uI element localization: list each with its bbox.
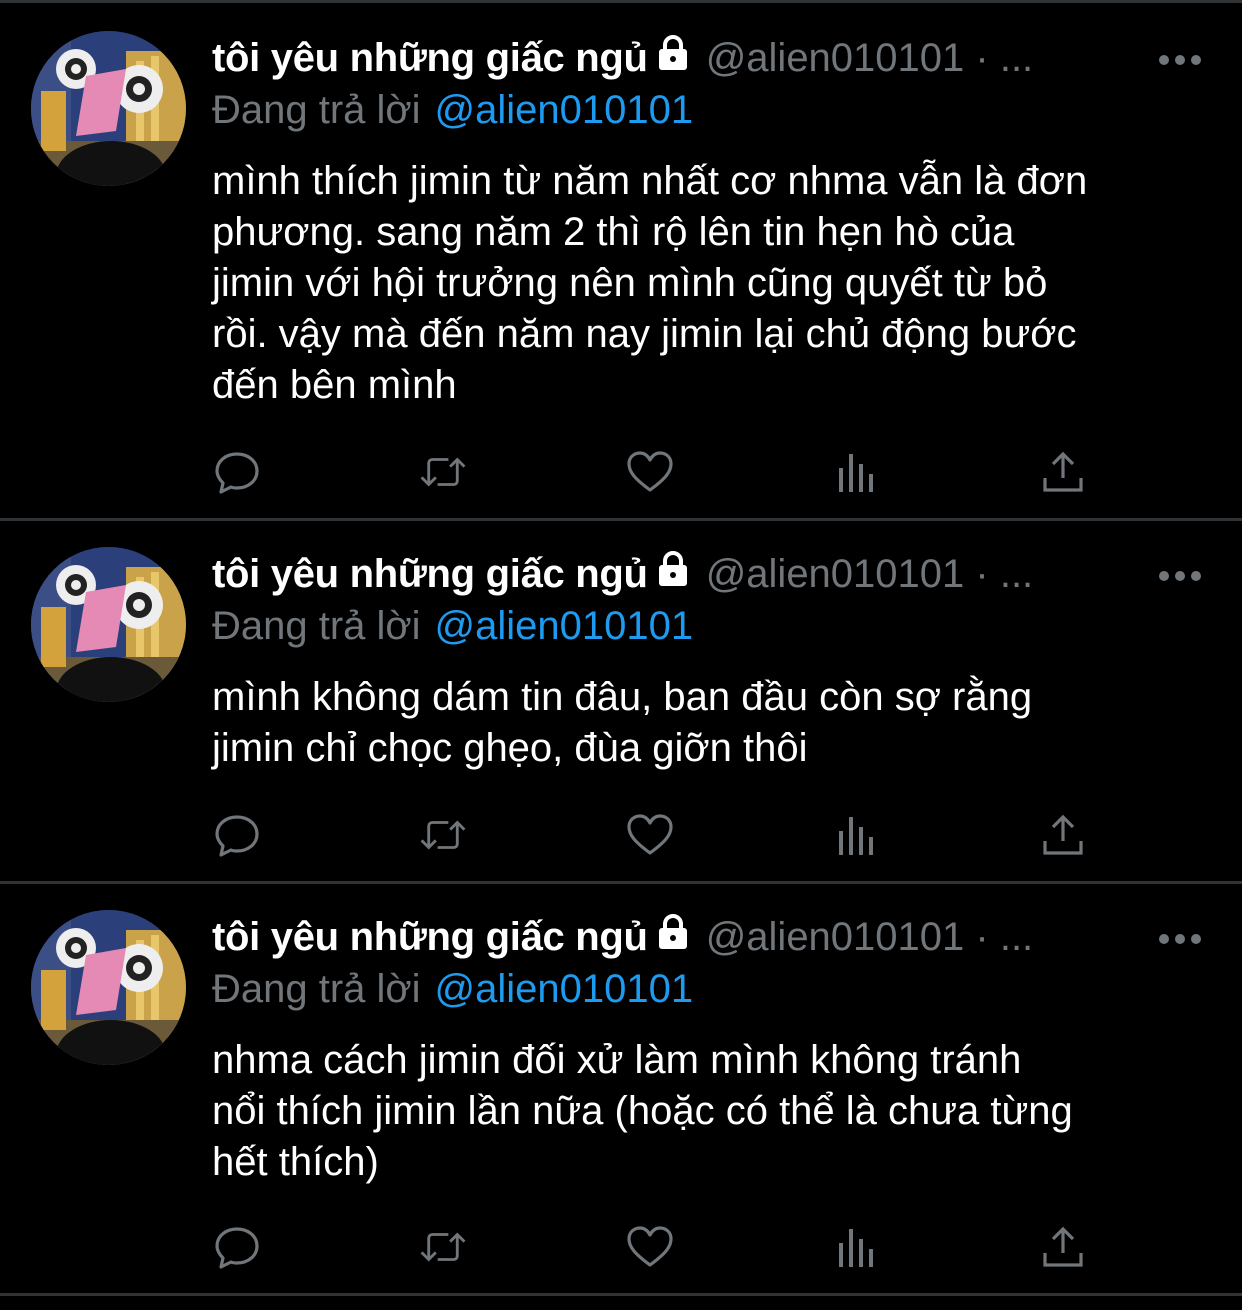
reply-target-link[interactable]: @alien010101 bbox=[435, 967, 694, 1011]
retweet-icon[interactable] bbox=[418, 1222, 468, 1272]
lock-icon bbox=[654, 550, 692, 593]
avatar[interactable] bbox=[31, 910, 186, 1065]
like-icon[interactable] bbox=[625, 447, 675, 497]
retweet-icon[interactable] bbox=[418, 447, 468, 497]
avatar[interactable] bbox=[31, 547, 186, 702]
reply-context: Đang trả lời @alien010101 bbox=[212, 88, 693, 138]
tweet-actions bbox=[212, 810, 1092, 860]
share-icon[interactable] bbox=[1038, 810, 1088, 860]
top-divider bbox=[0, 0, 1242, 3]
handle[interactable]: @alien010101 · ... bbox=[706, 915, 1033, 959]
tweet-header: tôi yêu những giấc ngủ @alien010101 · ..… bbox=[212, 550, 1212, 602]
display-name[interactable]: tôi yêu những giấc ngủ bbox=[212, 36, 648, 80]
analytics-icon[interactable] bbox=[832, 1222, 882, 1272]
share-icon[interactable] bbox=[1038, 1222, 1088, 1272]
reply-icon[interactable] bbox=[212, 447, 262, 497]
avatar[interactable] bbox=[31, 31, 186, 186]
reply-context: Đang trả lời @alien010101 bbox=[212, 604, 693, 654]
tweet-actions bbox=[212, 447, 1092, 497]
like-icon[interactable] bbox=[625, 1222, 675, 1272]
analytics-icon[interactable] bbox=[832, 447, 882, 497]
more-icon[interactable] bbox=[1158, 50, 1202, 70]
analytics-icon[interactable] bbox=[832, 810, 882, 860]
reply-icon[interactable] bbox=[212, 1222, 262, 1272]
reply-target-link[interactable]: @alien010101 bbox=[435, 88, 694, 132]
reply-context: Đang trả lời @alien010101 bbox=[212, 967, 693, 1017]
retweet-icon[interactable] bbox=[418, 810, 468, 860]
tweet-divider bbox=[0, 881, 1242, 884]
handle[interactable]: @alien010101 · ... bbox=[706, 552, 1033, 596]
lock-icon bbox=[654, 913, 692, 956]
handle[interactable]: @alien010101 · ... bbox=[706, 36, 1033, 80]
tweet-divider bbox=[0, 1293, 1242, 1296]
tweet-divider bbox=[0, 518, 1242, 521]
reply-icon[interactable] bbox=[212, 810, 262, 860]
reply-target-link[interactable]: @alien010101 bbox=[435, 604, 694, 648]
like-icon[interactable] bbox=[625, 810, 675, 860]
tweet-actions bbox=[212, 1222, 1092, 1272]
lock-icon bbox=[654, 34, 692, 77]
more-icon[interactable] bbox=[1158, 566, 1202, 586]
share-icon[interactable] bbox=[1038, 447, 1088, 497]
reply-prefix: Đang trả lời bbox=[212, 967, 421, 1011]
tweet-header: tôi yêu những giấc ngủ @alien010101 · ..… bbox=[212, 34, 1212, 86]
display-name[interactable]: tôi yêu những giấc ngủ bbox=[212, 552, 648, 596]
reply-prefix: Đang trả lời bbox=[212, 88, 421, 132]
more-icon[interactable] bbox=[1158, 929, 1202, 949]
tweet-header: tôi yêu những giấc ngủ @alien010101 · ..… bbox=[212, 913, 1212, 965]
tweet-text: nhma cách jimin đối xử làm mình không tr… bbox=[212, 1038, 1073, 1184]
tweet-text: mình thích jimin từ năm nhất cơ nhma vẫn… bbox=[212, 159, 1088, 407]
tweet-text: mình không dám tin đâu, ban đầu còn sợ r… bbox=[212, 675, 1033, 770]
display-name[interactable]: tôi yêu những giấc ngủ bbox=[212, 915, 648, 959]
reply-prefix: Đang trả lời bbox=[212, 604, 421, 648]
